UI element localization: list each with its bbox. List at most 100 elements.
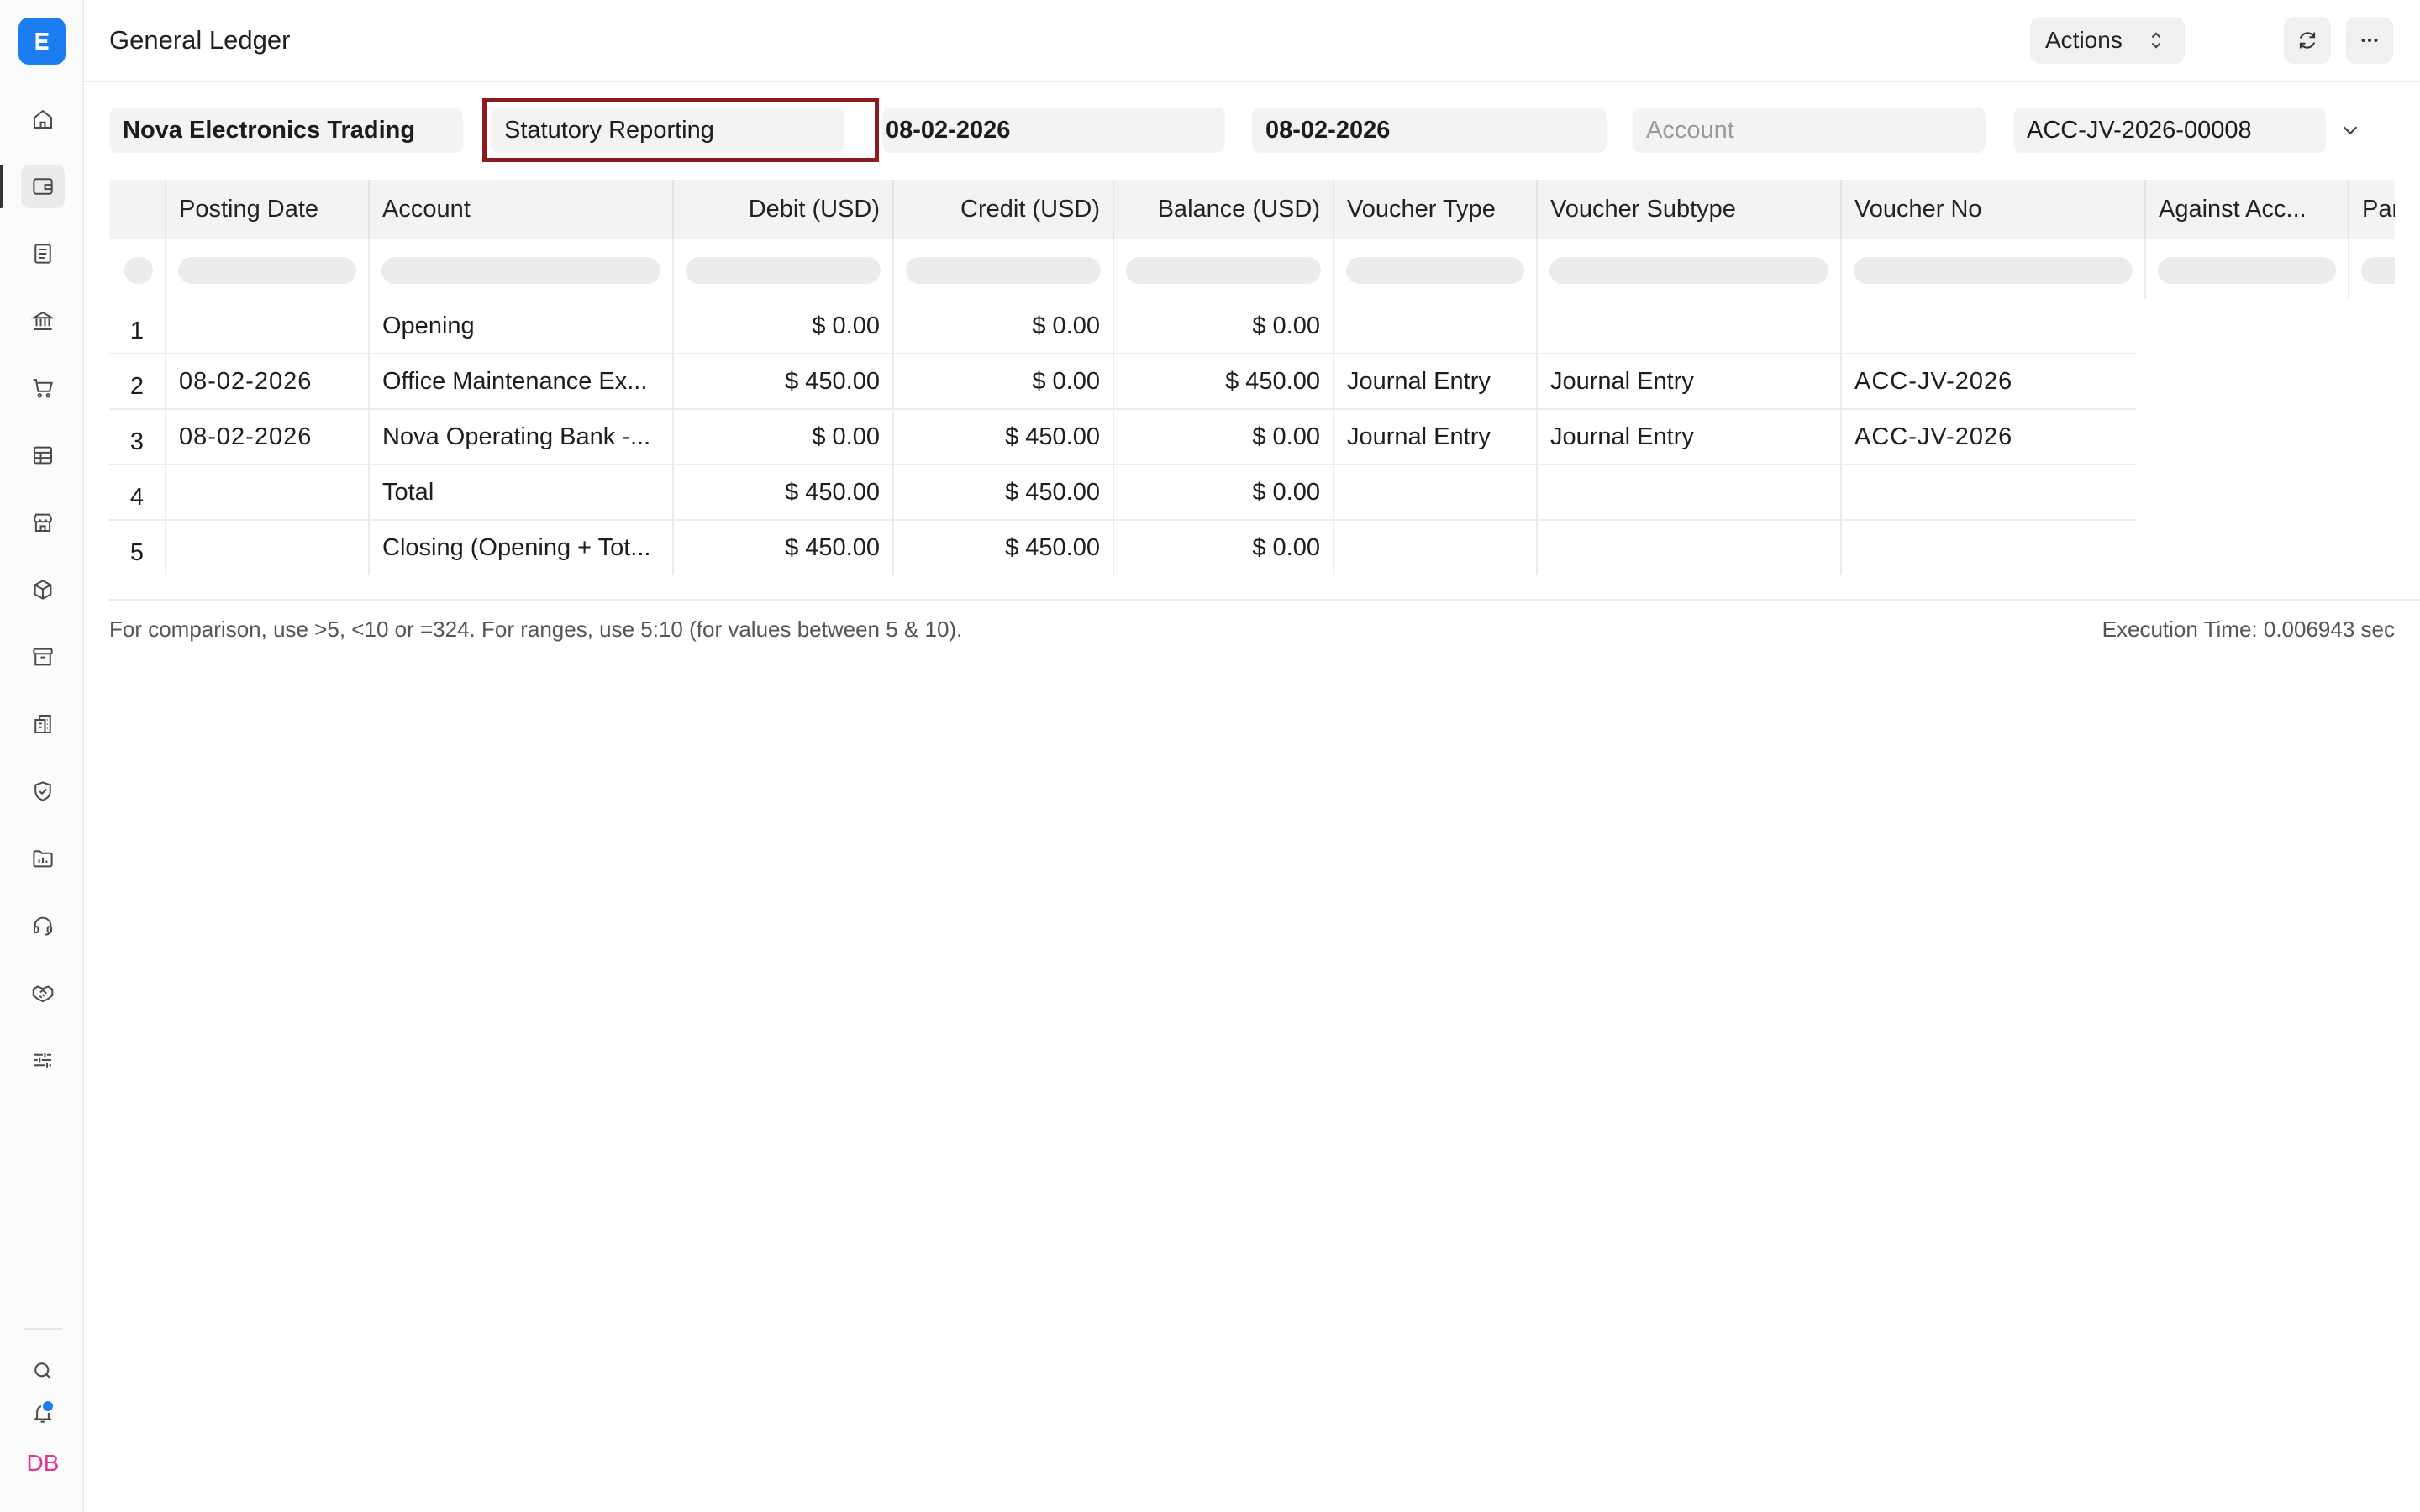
- cell-voucher-subtype[interactable]: Journal Entry: [1538, 410, 1842, 465]
- cell-credit[interactable]: $ 0.00: [894, 354, 1114, 410]
- cell-debit[interactable]: $ 450.00: [674, 354, 894, 410]
- cell-balance[interactable]: $ 0.00: [1114, 465, 1334, 521]
- filter-cell-balance[interactable]: [1114, 239, 1334, 299]
- sidebar-item-crm[interactable]: [21, 971, 65, 1015]
- column-header-debit[interactable]: Debit (USD): [674, 180, 894, 239]
- sidebar-item-reports[interactable]: [21, 433, 65, 477]
- filter-cell-posting-date[interactable]: [166, 239, 370, 299]
- column-filter-input[interactable]: [1126, 257, 1321, 284]
- sidebar-item-home[interactable]: [21, 97, 65, 141]
- filter-cell-debit[interactable]: [674, 239, 894, 299]
- column-filter-input[interactable]: [1854, 257, 2133, 284]
- refresh-button[interactable]: [2284, 17, 2331, 64]
- account-filter[interactable]: Account: [1633, 108, 1986, 153]
- cell-account[interactable]: Office Maintenance Ex...: [370, 354, 674, 410]
- cell-debit[interactable]: $ 450.00: [674, 465, 894, 521]
- filter-cell-credit[interactable]: [894, 239, 1114, 299]
- sidebar-item-buying[interactable]: [21, 366, 65, 410]
- column-filter-input[interactable]: [2361, 257, 2395, 284]
- cell-voucher-subtype[interactable]: [1538, 465, 1842, 521]
- cell-balance[interactable]: $ 0.00: [1114, 521, 1334, 575]
- sidebar-item-organization[interactable]: [21, 702, 65, 746]
- cell-posting-date[interactable]: [166, 465, 370, 521]
- cell-voucher-type[interactable]: [1334, 299, 1538, 354]
- app-logo[interactable]: [18, 18, 66, 65]
- column-filter-input[interactable]: [686, 257, 881, 284]
- cell-credit[interactable]: $ 450.00: [894, 521, 1114, 575]
- cell-voucher-subtype[interactable]: Journal Entry: [1538, 354, 1842, 410]
- cell-debit[interactable]: $ 450.00: [674, 521, 894, 575]
- cell-voucher-no[interactable]: [1842, 521, 2136, 575]
- cell-account[interactable]: Nova Operating Bank -...: [370, 410, 674, 465]
- filter-cell-against-account[interactable]: [2146, 239, 2349, 299]
- actions-button[interactable]: Actions: [2030, 17, 2185, 64]
- column-filter-input[interactable]: [2158, 257, 2336, 284]
- sidebar-item-banking[interactable]: [21, 299, 65, 343]
- column-header-party[interactable]: Par: [2349, 180, 2395, 239]
- cart-icon: [33, 379, 53, 398]
- sidebar-item-documents[interactable]: [21, 232, 65, 276]
- filter-cell-voucher-subtype[interactable]: [1538, 239, 1842, 299]
- sidebar-item-accounting[interactable]: [21, 165, 65, 208]
- cell-debit[interactable]: $ 0.00: [674, 410, 894, 465]
- column-header-account[interactable]: Account: [370, 180, 674, 239]
- voucher-no-filter[interactable]: ACC-JV-2026-00008: [2013, 108, 2326, 153]
- sidebar-item-stock[interactable]: [21, 568, 65, 612]
- sidebar-search[interactable]: [21, 1349, 65, 1393]
- column-header-credit[interactable]: Credit (USD): [894, 180, 1114, 239]
- filter-cell-voucher-no[interactable]: [1842, 239, 2146, 299]
- cell-account[interactable]: Closing (Opening + Tot...: [370, 521, 674, 575]
- column-header-balance[interactable]: Balance (USD): [1114, 180, 1334, 239]
- sidebar-item-projects[interactable]: [21, 837, 65, 880]
- column-filter-input[interactable]: [1346, 257, 1524, 284]
- filter-cell-account[interactable]: [370, 239, 674, 299]
- column-header-against-account[interactable]: Against Acc...: [2146, 180, 2349, 239]
- column-header-voucher-type[interactable]: Voucher Type: [1334, 180, 1538, 239]
- cell-voucher-subtype[interactable]: [1538, 521, 1842, 575]
- cell-posting-date[interactable]: 08-02-2026: [166, 410, 370, 465]
- cell-voucher-type[interactable]: [1334, 465, 1538, 521]
- avatar[interactable]: DB: [21, 1450, 65, 1477]
- cell-credit[interactable]: $ 450.00: [894, 465, 1114, 521]
- column-header-posting-date[interactable]: Posting Date: [166, 180, 370, 239]
- cell-voucher-no[interactable]: [1842, 465, 2136, 521]
- more-options-button[interactable]: [2346, 17, 2393, 64]
- cell-balance[interactable]: $ 0.00: [1114, 410, 1334, 465]
- cell-voucher-type[interactable]: [1334, 521, 1538, 575]
- sidebar-item-quality[interactable]: [21, 769, 65, 813]
- cell-voucher-type[interactable]: Journal Entry: [1334, 354, 1538, 410]
- column-filter-input[interactable]: [906, 257, 1101, 284]
- cell-posting-date[interactable]: [166, 299, 370, 354]
- active-indicator: [0, 165, 3, 208]
- sidebar-item-assets[interactable]: [21, 635, 65, 679]
- cell-voucher-subtype[interactable]: [1538, 299, 1842, 354]
- cell-voucher-no[interactable]: ACC-JV-2026: [1842, 410, 2136, 465]
- column-header-voucher-no[interactable]: Voucher No: [1842, 180, 2146, 239]
- cell-debit[interactable]: $ 0.00: [674, 299, 894, 354]
- cell-voucher-no[interactable]: ACC-JV-2026: [1842, 354, 2136, 410]
- cell-posting-date[interactable]: [166, 521, 370, 575]
- filter-cell-party[interactable]: [2349, 239, 2395, 299]
- cell-credit[interactable]: $ 0.00: [894, 299, 1114, 354]
- sidebar-notifications[interactable]: [21, 1391, 65, 1435]
- cell-balance[interactable]: $ 0.00: [1114, 299, 1334, 354]
- cell-posting-date[interactable]: 08-02-2026: [166, 354, 370, 410]
- to-date-filter[interactable]: 08-02-2026: [1252, 108, 1607, 153]
- sidebar-item-selling[interactable]: [21, 501, 65, 544]
- cell-voucher-no[interactable]: [1842, 299, 2136, 354]
- column-filter-input[interactable]: [1549, 257, 1828, 284]
- column-filter-input[interactable]: [381, 257, 660, 284]
- chevron-down-icon[interactable]: [2338, 118, 2363, 143]
- sidebar-item-support[interactable]: [21, 904, 65, 948]
- sidebar-item-settings[interactable]: [21, 1038, 65, 1082]
- column-filter-input[interactable]: [178, 257, 356, 284]
- cell-account[interactable]: Total: [370, 465, 674, 521]
- cell-voucher-type[interactable]: Journal Entry: [1334, 410, 1538, 465]
- cell-balance[interactable]: $ 450.00: [1114, 354, 1334, 410]
- cell-account[interactable]: Opening: [370, 299, 674, 354]
- company-filter[interactable]: Nova Electronics Trading: [109, 108, 463, 153]
- filter-cell-voucher-type[interactable]: [1334, 239, 1538, 299]
- column-header-voucher-subtype[interactable]: Voucher Subtype: [1538, 180, 1842, 239]
- cell-credit[interactable]: $ 450.00: [894, 410, 1114, 465]
- from-date-filter[interactable]: 08-02-2026: [882, 108, 1225, 153]
